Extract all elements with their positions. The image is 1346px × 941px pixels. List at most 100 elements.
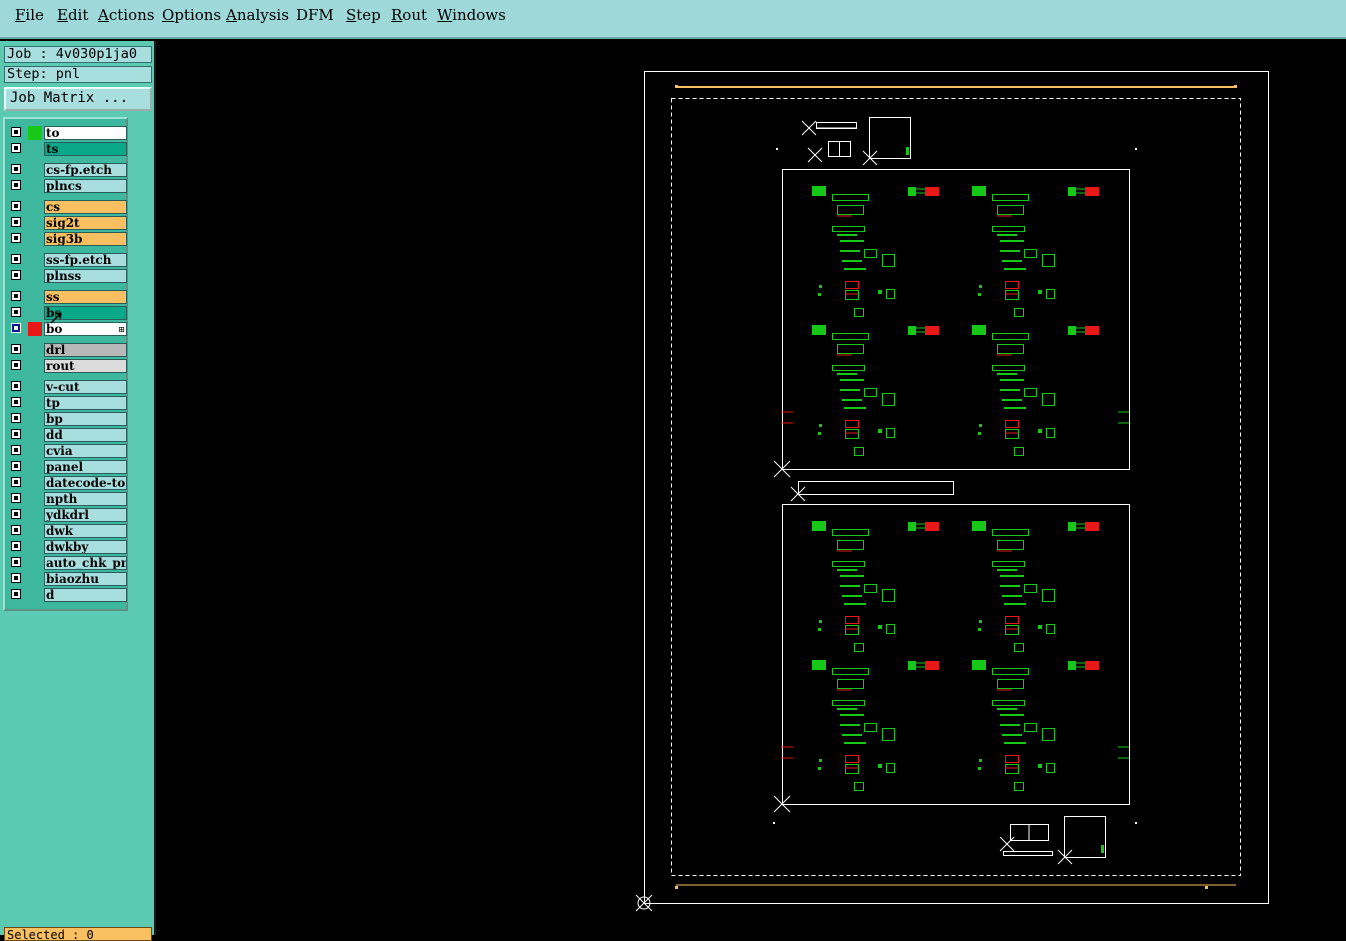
layer-row-datecode-to[interactable]: datecode-to	[8, 476, 127, 491]
layer-name[interactable]: ts	[44, 142, 127, 156]
menu-options[interactable]: Options	[162, 6, 221, 24]
layer-display-color-swatch[interactable]	[28, 460, 42, 474]
layer-row-bo[interactable]: bo ⊞	[8, 322, 127, 337]
layer-name[interactable]: tp	[44, 396, 127, 410]
layer-row-panel[interactable]: panel	[8, 460, 127, 475]
layer-name[interactable]: bp	[44, 412, 127, 426]
layer-row-plnss[interactable]: plnss	[8, 269, 127, 284]
layer-display-color-swatch[interactable]	[28, 540, 42, 554]
layer-name[interactable]: auto_chk_pnl	[44, 556, 127, 570]
layer-row-ss[interactable]: ss	[8, 290, 127, 305]
layer-row-cs[interactable]: cs	[8, 200, 127, 215]
menu-edit[interactable]: Edit	[57, 6, 88, 24]
layer-select-checkbox[interactable]	[11, 525, 21, 535]
layer-display-color-swatch[interactable]	[28, 179, 42, 193]
layer-select-checkbox[interactable]	[11, 270, 21, 280]
layer-display-color-swatch[interactable]	[28, 163, 42, 177]
layer-select-checkbox[interactable]	[11, 164, 21, 174]
layer-display-color-swatch[interactable]	[28, 556, 42, 570]
layer-row-npth[interactable]: npth	[8, 492, 127, 507]
layer-name[interactable]: dwkby	[44, 540, 127, 554]
layer-row-cvia[interactable]: cvia	[8, 444, 127, 459]
menu-dfm[interactable]: DFM	[296, 6, 334, 24]
layer-display-color-swatch[interactable]	[28, 343, 42, 357]
layer-row-sig3b[interactable]: sig3b	[8, 232, 127, 247]
layer-display-color-swatch[interactable]	[28, 572, 42, 586]
layer-name[interactable]: rout	[44, 359, 127, 373]
layer-select-checkbox[interactable]	[11, 445, 21, 455]
menu-rout[interactable]: Rout	[391, 6, 427, 24]
layer-select-checkbox[interactable]	[11, 291, 21, 301]
layer-row-ss-fp.etch[interactable]: ss-fp.etch	[8, 253, 127, 268]
layer-select-checkbox[interactable]	[11, 344, 21, 354]
layer-display-color-swatch[interactable]	[28, 476, 42, 490]
layer-name[interactable]: sig3b	[44, 232, 127, 246]
layer-select-checkbox[interactable]	[11, 143, 21, 153]
layer-row-sig2t[interactable]: sig2t	[8, 216, 127, 231]
layer-select-checkbox[interactable]	[11, 429, 21, 439]
layer-row-ts[interactable]: ts	[8, 142, 127, 157]
layer-name[interactable]: d	[44, 588, 127, 602]
layer-row-tp[interactable]: tp	[8, 396, 127, 411]
layer-name[interactable]: dd	[44, 428, 127, 442]
menu-step[interactable]: Step	[346, 6, 381, 24]
layer-row-d[interactable]: d	[8, 588, 127, 603]
menu-analysis[interactable]: Analysis	[226, 6, 289, 24]
layer-select-checkbox[interactable]	[11, 397, 21, 407]
layer-row-to[interactable]: to	[8, 126, 127, 141]
layer-display-color-swatch[interactable]	[28, 428, 42, 442]
layer-name[interactable]: cvia	[44, 444, 127, 458]
layer-select-checkbox[interactable]	[11, 413, 21, 423]
layer-display-color-swatch[interactable]	[28, 508, 42, 522]
layer-display-color-swatch[interactable]	[28, 380, 42, 394]
layer-name[interactable]: cs	[44, 200, 127, 214]
layer-row-v-cut[interactable]: v-cut	[8, 380, 127, 395]
layer-select-checkbox[interactable]	[11, 381, 21, 391]
layer-display-color-swatch[interactable]	[28, 253, 42, 267]
layer-display-color-swatch[interactable]	[28, 322, 42, 336]
menu-file[interactable]: File	[15, 6, 44, 24]
layer-name[interactable]: cs-fp.etch	[44, 163, 127, 177]
layer-display-color-swatch[interactable]	[28, 290, 42, 304]
layer-display-color-swatch[interactable]	[28, 200, 42, 214]
layer-select-checkbox[interactable]	[11, 493, 21, 503]
layer-row-auto_chk_pnl[interactable]: auto_chk_pnl	[8, 556, 127, 571]
layer-display-color-swatch[interactable]	[28, 396, 42, 410]
layer-row-ydkdrl[interactable]: ydkdrl	[8, 508, 127, 523]
layer-row-biaozhu[interactable]: biaozhu	[8, 572, 127, 587]
layer-name[interactable]: ss-fp.etch	[44, 253, 127, 267]
layer-select-checkbox[interactable]	[11, 557, 21, 567]
layer-display-color-swatch[interactable]	[28, 306, 42, 320]
layer-select-checkbox[interactable]	[11, 307, 21, 317]
layer-row-drl[interactable]: drl	[8, 343, 127, 358]
layer-select-checkbox[interactable]	[11, 589, 21, 599]
layer-display-color-swatch[interactable]	[28, 524, 42, 538]
layer-row-dwkby[interactable]: dwkby	[8, 540, 127, 555]
layer-row-dd[interactable]: dd	[8, 428, 127, 443]
layer-select-checkbox[interactable]	[11, 477, 21, 487]
layer-display-color-swatch[interactable]	[28, 126, 42, 140]
layer-name[interactable]: sig2t	[44, 216, 127, 230]
layer-name[interactable]: ydkdrl	[44, 508, 127, 522]
menu-windows[interactable]: Windows	[437, 6, 506, 24]
graphic-canvas[interactable]	[156, 41, 1346, 935]
layer-row-cs-fp.etch[interactable]: cs-fp.etch	[8, 163, 127, 178]
layer-name[interactable]: panel	[44, 460, 127, 474]
layer-select-checkbox[interactable]	[11, 541, 21, 551]
layer-display-color-swatch[interactable]	[28, 232, 42, 246]
layer-name[interactable]: drl	[44, 343, 127, 357]
layer-name[interactable]: plnss	[44, 269, 127, 283]
layer-name[interactable]: biaozhu	[44, 572, 127, 586]
layer-row-dwk[interactable]: dwk	[8, 524, 127, 539]
layer-name[interactable]: npth	[44, 492, 127, 506]
layer-select-checkbox[interactable]	[11, 461, 21, 471]
layer-display-color-swatch[interactable]	[28, 216, 42, 230]
panel-drawing[interactable]	[156, 41, 1346, 935]
layer-display-color-swatch[interactable]	[28, 359, 42, 373]
layer-name[interactable]: plncs	[44, 179, 127, 193]
layer-select-checkbox[interactable]	[11, 201, 21, 211]
layer-display-color-swatch[interactable]	[28, 444, 42, 458]
layer-select-checkbox[interactable]	[11, 323, 21, 333]
layer-name[interactable]: datecode-to	[44, 476, 127, 490]
layer-name[interactable]: dwk	[44, 524, 127, 538]
